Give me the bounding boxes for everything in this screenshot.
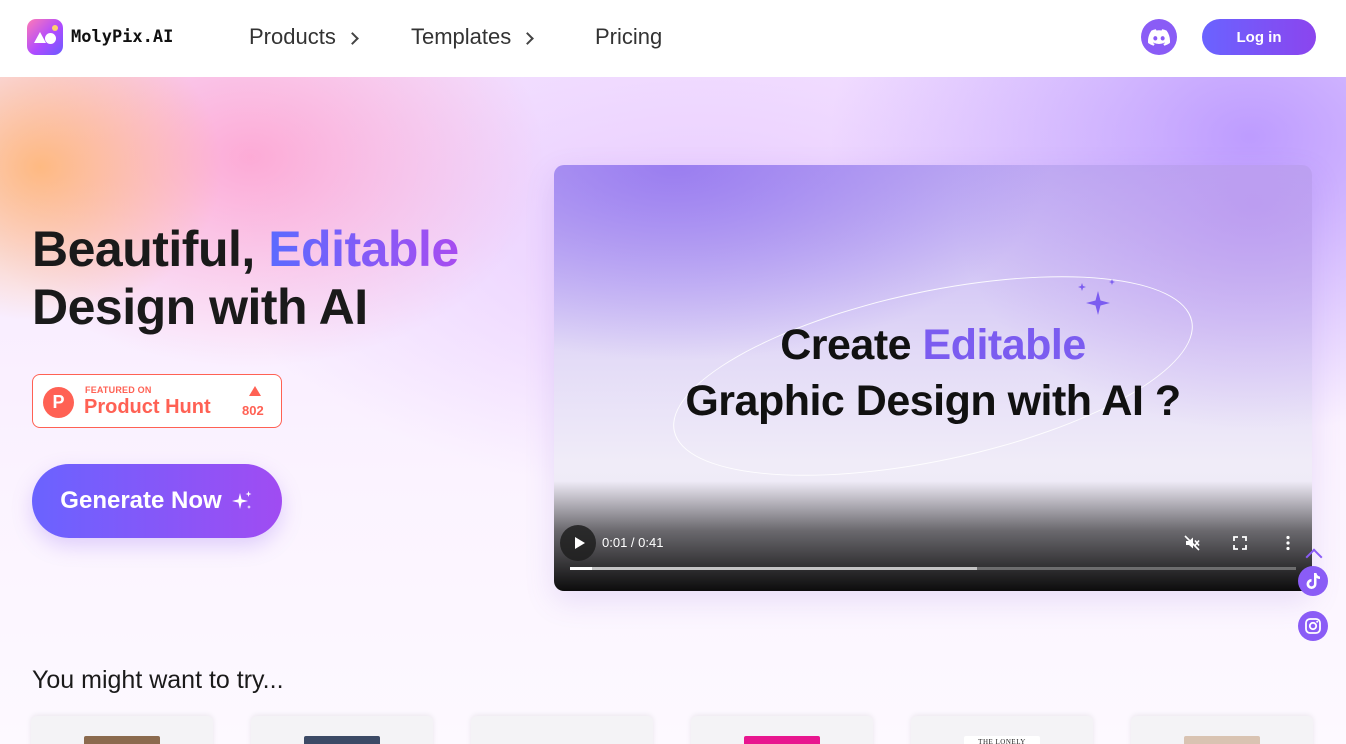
try-cards: THE LONELY [31,716,1313,744]
hero-headline: Beautiful, Editable Design with AI [32,220,459,336]
logo[interactable]: MolyPix.AI [27,19,173,55]
headline-text-1: Beautiful, [32,221,269,277]
card-thumbnail [84,736,160,744]
ph-name: Product Hunt [84,396,211,418]
generate-now-button[interactable]: Generate Now [32,464,282,538]
login-button[interactable]: Log in [1202,19,1316,55]
template-card[interactable] [251,716,433,744]
card-thumbnail: THE LONELY [964,736,1040,744]
logo-mark-icon [27,19,63,55]
template-card[interactable]: THE LONELY [911,716,1093,744]
discord-button[interactable] [1141,19,1177,55]
headline-accent: Editable [268,221,459,277]
more-vertical-icon [1286,535,1290,551]
chevron-right-icon [345,31,359,45]
play-button[interactable] [560,525,596,561]
product-hunt-icon: P [43,387,74,418]
volume-muted-icon [1184,535,1200,551]
nav-pricing[interactable]: Pricing [595,24,662,50]
template-card[interactable] [1131,716,1313,744]
nav-templates-label: Templates [411,24,512,49]
template-card[interactable] [471,716,653,744]
scroll-to-top-button[interactable] [1304,545,1322,563]
sparkle-decor-icon [1078,279,1115,315]
nav-products-label: Products [249,24,336,49]
hero-section: Beautiful, Editable Design with AI P FEA… [0,77,1346,744]
mute-button[interactable] [1183,534,1201,552]
generate-label: Generate Now [60,487,222,514]
sparkles-icon [231,491,252,509]
ph-upvote-count: 802 [242,403,264,418]
video-title-accent: Editable [922,321,1087,369]
video-title-prefix: Create [780,321,923,369]
template-card[interactable] [691,716,873,744]
more-options-button[interactable] [1279,534,1297,552]
tiktok-button[interactable] [1298,566,1328,596]
try-section-title: You might want to try... [32,666,284,694]
promo-video[interactable]: Create Editable Graphic Design with AI ?… [554,165,1312,591]
play-icon [574,537,585,549]
card-thumbnail [304,736,380,744]
video-progress-fill [570,567,592,570]
fullscreen-icon [1233,536,1247,550]
discord-icon [1148,28,1170,46]
video-title-line1: Create Editable [554,321,1312,370]
fullscreen-button[interactable] [1231,534,1249,552]
nav-products[interactable]: Products [249,24,359,50]
nav-pricing-label: Pricing [595,24,663,49]
video-controls: 0:01 / 0:41 [554,481,1312,591]
card-thumbnail [1184,736,1260,744]
instagram-icon [1305,618,1321,634]
top-header: MolyPix.AI Products Templates Pricing Lo… [0,0,1346,77]
video-decor-ellipse [656,237,1210,515]
card-thumbnail-text: THE LONELY [978,738,1026,744]
product-hunt-badge[interactable]: P FEATURED ON Product Hunt 802 [32,374,282,428]
instagram-button[interactable] [1298,611,1328,641]
nav-templates[interactable]: Templates [411,24,535,50]
logo-text: MolyPix.AI [71,27,174,47]
video-time: 0:01 / 0:41 [602,535,664,550]
upvote-arrow-icon [249,386,261,396]
template-card[interactable] [31,716,213,744]
chevron-right-icon [521,31,535,45]
ph-featured-label: FEATURED ON [85,385,152,395]
headline-text-2: Design with AI [32,279,368,335]
card-thumbnail [744,736,820,744]
video-buffer-fill [570,567,977,570]
video-progress-bar[interactable] [570,567,1296,570]
tiktok-icon [1306,573,1320,589]
video-title-line2: Graphic Design with AI ? [685,377,1181,425]
